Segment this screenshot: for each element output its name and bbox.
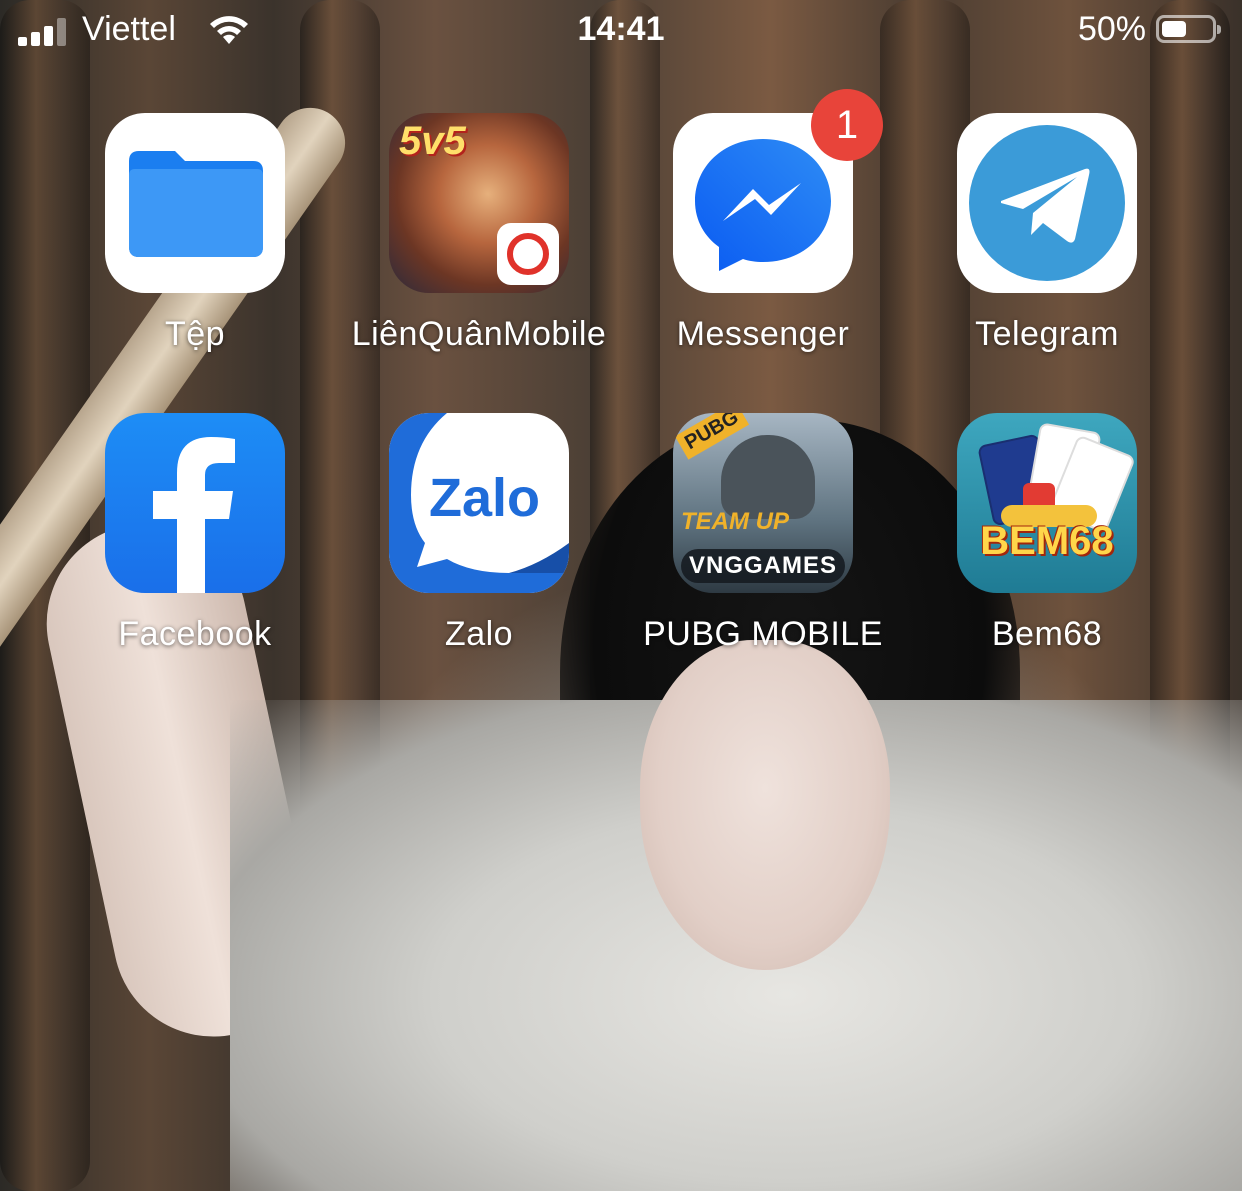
clock: 14:41 <box>577 10 665 48</box>
app-label: Facebook <box>118 615 272 653</box>
app-pubg-mobile[interactable]: PUBG TEAM UP VNGGAMES PUBG MOBILE <box>633 413 893 654</box>
app-lien-quan-mobile[interactable]: 5v5 LiênQuânMobile <box>349 113 609 354</box>
app-label: PUBG MOBILE <box>643 615 883 653</box>
files-folder-icon[interactable] <box>105 113 285 293</box>
battery-fill <box>1162 21 1186 37</box>
status-bar: Viettel 14:41 50% <box>0 0 1242 62</box>
app-zalo[interactable]: Zalo Zalo <box>349 413 609 654</box>
app-tep[interactable]: Tệp <box>65 113 325 354</box>
team-up-text: TEAM UP <box>681 508 789 535</box>
zalo-icon[interactable]: Zalo <box>389 413 569 593</box>
notification-badge: 1 <box>811 89 883 161</box>
app-label: Bem68 <box>991 615 1103 653</box>
app-label: LiênQuânMobile <box>351 315 607 353</box>
bem68-logo-text: BEM68 <box>980 519 1114 563</box>
app-label: Messenger <box>676 315 850 353</box>
app-facebook[interactable]: Facebook <box>65 413 325 654</box>
face <box>640 640 890 970</box>
zalo-logo-text: Zalo <box>429 468 541 528</box>
garena-logo-icon <box>497 223 559 285</box>
vnggames-text: VNGGAMES <box>681 549 845 583</box>
battery-icon <box>1156 15 1221 43</box>
app-telegram[interactable]: Telegram <box>917 113 1177 354</box>
app-label: Tệp <box>164 315 226 353</box>
app-label: Zalo <box>444 615 514 653</box>
bem68-icon[interactable]: BEM68 <box>957 413 1137 593</box>
telegram-icon[interactable] <box>957 113 1137 293</box>
lien-quan-mobile-icon[interactable]: 5v5 <box>389 113 569 293</box>
battery-percentage: 50% <box>1077 10 1146 48</box>
helmet-icon <box>721 435 815 519</box>
app-label: Telegram <box>975 315 1119 353</box>
lien-quan-logo-text: 5v5 <box>399 119 466 163</box>
pubg-mobile-icon[interactable]: PUBG TEAM UP VNGGAMES <box>673 413 853 593</box>
app-bem68[interactable]: BEM68 Bem68 <box>917 413 1177 654</box>
app-messenger[interactable]: 1 Messenger <box>633 89 893 354</box>
facebook-icon[interactable] <box>105 413 285 593</box>
